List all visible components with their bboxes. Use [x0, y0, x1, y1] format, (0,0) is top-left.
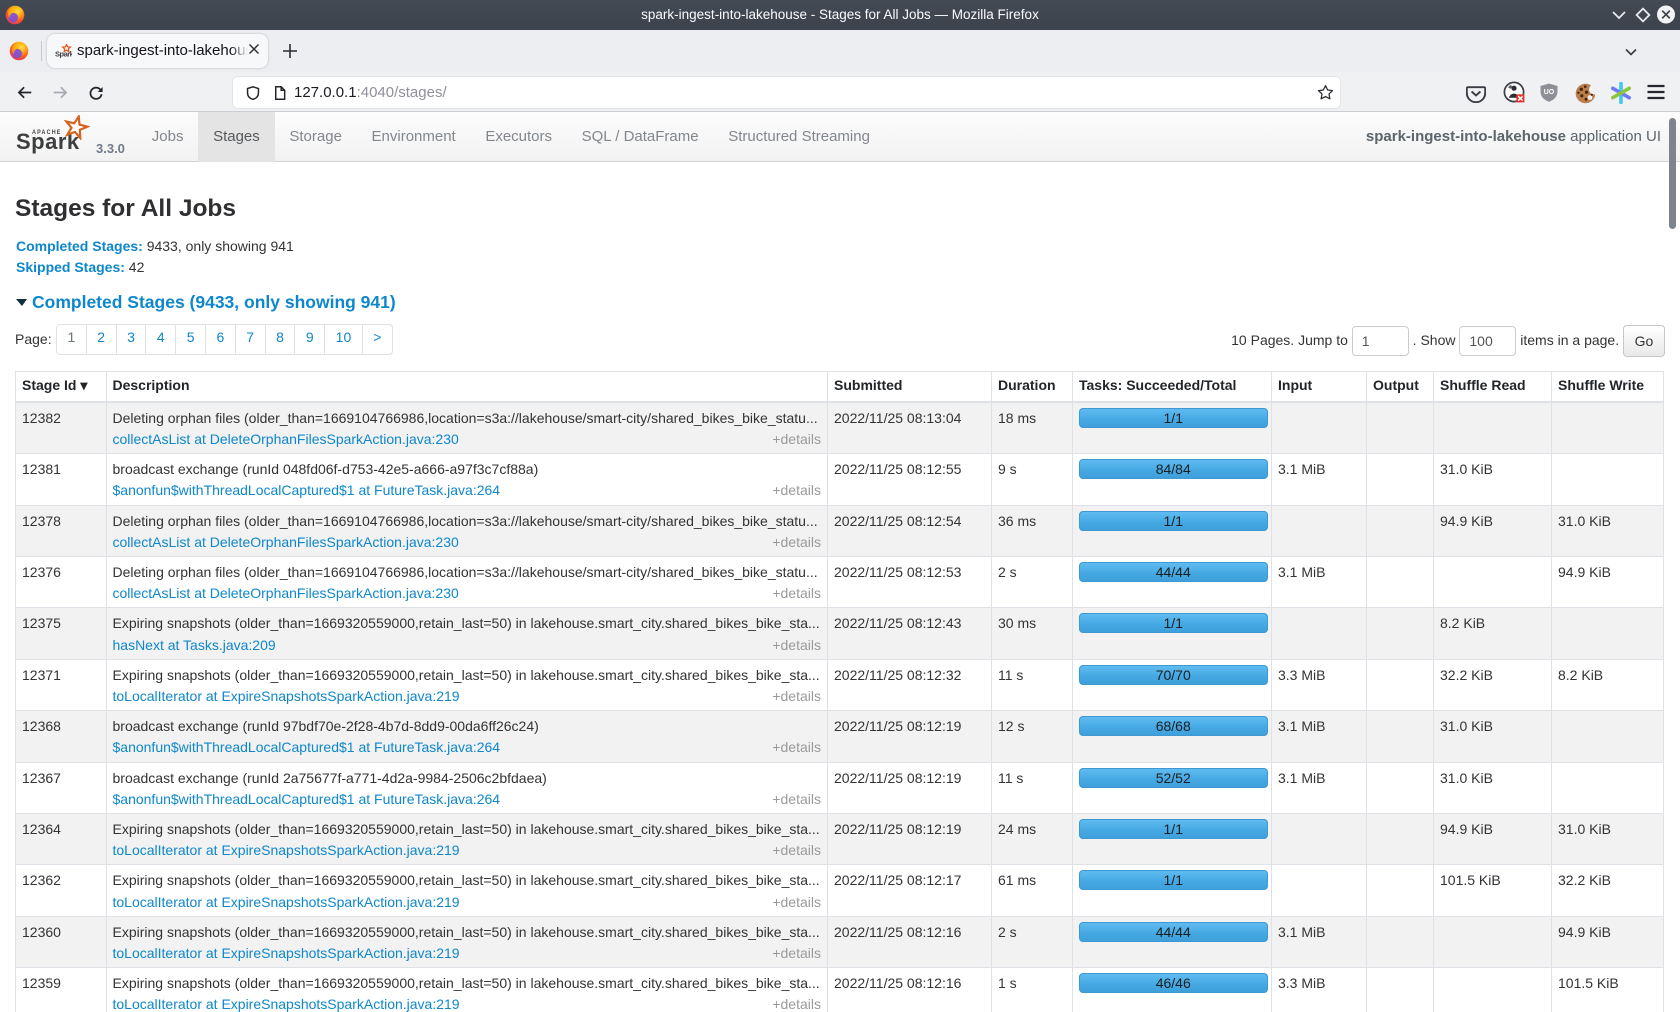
svg-text:Spark: Spark: [55, 50, 72, 59]
svg-text:UO: UO: [1544, 89, 1555, 96]
